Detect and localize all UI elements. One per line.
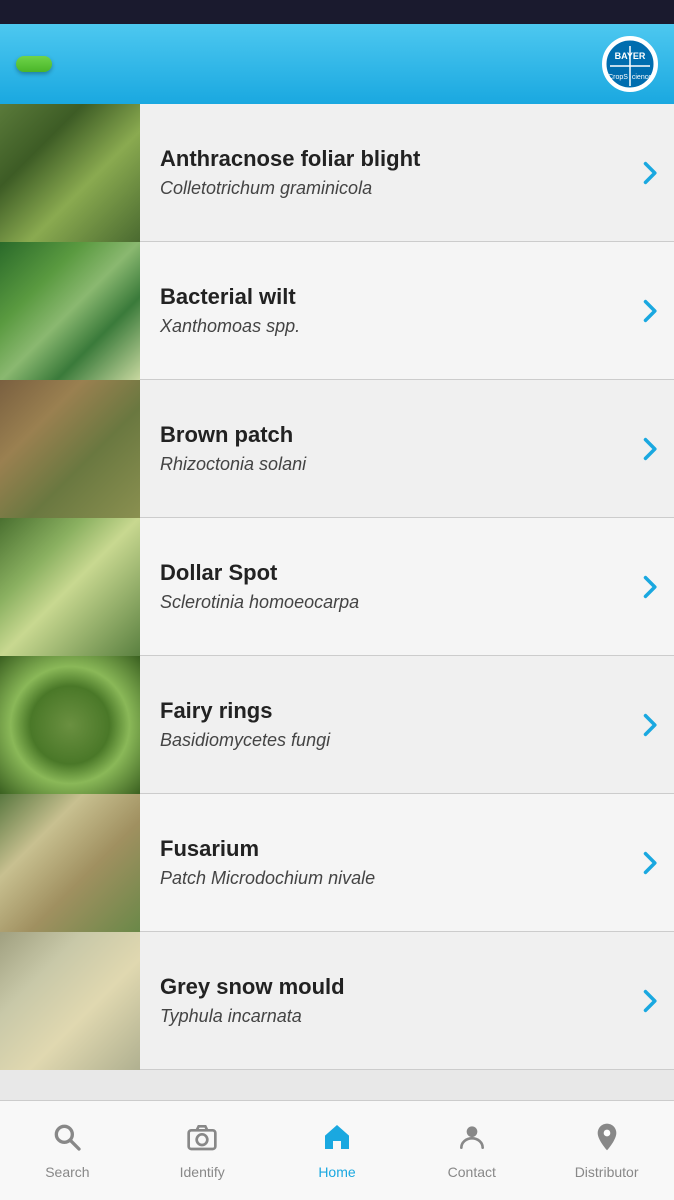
- back-button[interactable]: [16, 56, 52, 72]
- disease-image-dollar: [0, 518, 140, 656]
- nav-item-distributor[interactable]: Distributor: [539, 1101, 674, 1200]
- disease-image-fairy: [0, 656, 140, 794]
- disease-name-dollar: Dollar Spot: [160, 560, 604, 586]
- disease-latin-brown: Rhizoctonia solani: [160, 454, 604, 475]
- chevron-right-bacterial: [624, 297, 674, 325]
- disease-info-fairy: Fairy rings Basidiomycetes fungi: [140, 698, 624, 751]
- pin-icon: [591, 1121, 623, 1158]
- disease-info-dollar: Dollar Spot Sclerotinia homoeocarpa: [140, 560, 624, 613]
- disease-latin-dollar: Sclerotinia homoeocarpa: [160, 592, 604, 613]
- disease-item-brown[interactable]: Brown patch Rhizoctonia solani: [0, 380, 674, 518]
- disease-info-fusarium: Fusarium Patch Microdochium nivale: [140, 836, 624, 889]
- disease-latin-fairy: Basidiomycetes fungi: [160, 730, 604, 751]
- disease-name-fusarium: Fusarium: [160, 836, 604, 862]
- home-icon: [321, 1121, 353, 1158]
- chevron-right-dollar: [624, 573, 674, 601]
- chevron-right-fairy: [624, 711, 674, 739]
- disease-image-fusarium: [0, 794, 140, 932]
- disease-name-brown: Brown patch: [160, 422, 604, 448]
- disease-item-anthracnose[interactable]: Anthracnose foliar blight Colletotrichum…: [0, 104, 674, 242]
- disease-latin-anthracnose: Colletotrichum graminicola: [160, 178, 604, 199]
- chevron-right-grey: [624, 987, 674, 1015]
- svg-text:cience: cience: [632, 74, 652, 81]
- disease-name-fairy: Fairy rings: [160, 698, 604, 724]
- disease-info-bacterial: Bacterial wilt Xanthomoas spp.: [140, 284, 624, 337]
- disease-item-fusarium[interactable]: Fusarium Patch Microdochium nivale: [0, 794, 674, 932]
- bayer-logo: BAYER CropS cience: [602, 36, 658, 92]
- disease-latin-bacterial: Xanthomoas spp.: [160, 316, 604, 337]
- disease-image-grey: [0, 932, 140, 1070]
- disease-item-dollar[interactable]: Dollar Spot Sclerotinia homoeocarpa: [0, 518, 674, 656]
- nav-item-identify[interactable]: Identify: [135, 1101, 270, 1200]
- disease-image-anthracnose: [0, 104, 140, 242]
- disease-item-fairy[interactable]: Fairy rings Basidiomycetes fungi: [0, 656, 674, 794]
- chevron-right-fusarium: [624, 849, 674, 877]
- disease-info-anthracnose: Anthracnose foliar blight Colletotrichum…: [140, 146, 624, 199]
- nav-label-distributor: Distributor: [575, 1164, 639, 1180]
- disease-latin-fusarium: Patch Microdochium nivale: [160, 868, 604, 889]
- disease-info-grey: Grey snow mould Typhula incarnata: [140, 974, 624, 1027]
- app-header: BAYER CropS cience: [0, 24, 674, 104]
- nav-label-search: Search: [45, 1164, 89, 1180]
- nav-item-search[interactable]: Search: [0, 1101, 135, 1200]
- nav-item-contact[interactable]: Contact: [404, 1101, 539, 1200]
- disease-name-grey: Grey snow mould: [160, 974, 604, 1000]
- disease-image-bacterial: [0, 242, 140, 380]
- nav-label-contact: Contact: [448, 1164, 496, 1180]
- disease-item-grey[interactable]: Grey snow mould Typhula incarnata: [0, 932, 674, 1070]
- disease-list: Anthracnose foliar blight Colletotrichum…: [0, 104, 674, 1100]
- chevron-right-anthracnose: [624, 159, 674, 187]
- disease-name-anthracnose: Anthracnose foliar blight: [160, 146, 604, 172]
- search-icon: [51, 1121, 83, 1158]
- disease-item-bacterial[interactable]: Bacterial wilt Xanthomoas spp.: [0, 242, 674, 380]
- disease-image-brown: [0, 380, 140, 518]
- disease-info-brown: Brown patch Rhizoctonia solani: [140, 422, 624, 475]
- disease-latin-grey: Typhula incarnata: [160, 1006, 604, 1027]
- nav-item-home[interactable]: Home: [270, 1101, 405, 1200]
- nav-label-identify: Identify: [180, 1164, 225, 1180]
- camera-icon: [186, 1121, 218, 1158]
- status-bar: [0, 0, 674, 24]
- bottom-nav: Search Identify Home Contact Distributor: [0, 1100, 674, 1200]
- chevron-right-brown: [624, 435, 674, 463]
- disease-name-bacterial: Bacterial wilt: [160, 284, 604, 310]
- nav-label-home: Home: [318, 1164, 355, 1180]
- person-icon: [456, 1121, 488, 1158]
- svg-text:CropS: CropS: [608, 74, 628, 81]
